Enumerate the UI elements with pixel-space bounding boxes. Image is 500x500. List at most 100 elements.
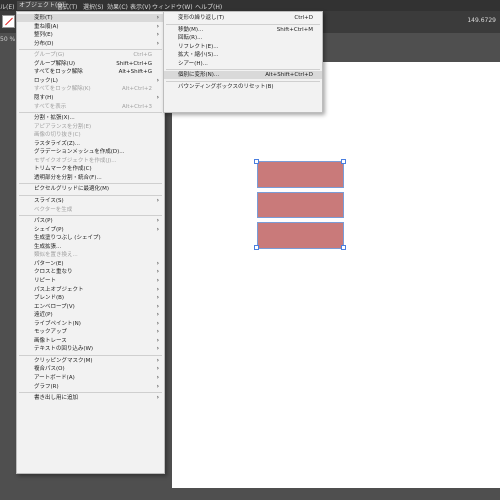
submenu-arrow-icon: › (156, 276, 159, 284)
submenu-arrow-icon: › (156, 394, 159, 402)
menu-item[interactable]: 生成拡張... (17, 243, 164, 251)
menu-item[interactable]: 生成塗りつぶし (シェイプ) (17, 234, 164, 242)
menubar-item[interactable]: 表示(V) (130, 2, 151, 11)
menu-item[interactable]: スライス(S) › (17, 197, 164, 205)
menu-item[interactable]: パス上オブジェクト › (17, 286, 164, 294)
menu-item[interactable]: シェイプ(P) › (17, 226, 164, 234)
menu-item-label: 隠す(H) (34, 94, 54, 101)
menu-item[interactable]: ラスタライズ(Z)... (17, 140, 164, 148)
menu-item-label: 複合パス(O) (34, 366, 65, 373)
menu-item-label: 分割・拡張(X)... (34, 115, 75, 122)
menu-item[interactable]: ベクターを生成 (17, 206, 164, 214)
menu-item[interactable]: バウンディングボックスのリセット(B) (164, 83, 322, 91)
submenu-arrow-icon: › (156, 39, 159, 47)
menu-item[interactable]: グループ(G) Ctrl+G (17, 51, 164, 59)
menu-item[interactable]: テキストの回り込み(W) › (17, 345, 164, 353)
submenu-arrow-icon: › (156, 22, 159, 30)
menu-item[interactable]: 個別に変形(N)... Alt+Shift+Ctrl+D (164, 71, 322, 80)
menu-item-label: 画像の切り抜き(C) (34, 132, 81, 139)
menu-item[interactable]: グラフ(R) › (17, 383, 164, 391)
menu-item[interactable]: 書き出し用に追加 › (17, 394, 164, 402)
menu-item[interactable]: 整列(E) › (17, 31, 164, 39)
menu-separator (19, 195, 162, 196)
menu-item[interactable]: 変形(T) › (17, 14, 164, 22)
menu-item[interactable]: リピート › (17, 277, 164, 285)
menu-item[interactable]: モザイクオブジェクトを作成(J)... (17, 157, 164, 165)
menu-item[interactable]: 移動(M)... Shift+Ctrl+M (164, 26, 322, 34)
menubar-item[interactable]: 選択(S) (83, 2, 104, 11)
menu-item[interactable]: 変形の繰り返し(T) Ctrl+D (164, 14, 322, 22)
submenu-arrow-icon: › (156, 302, 159, 310)
menu-item[interactable]: グラデーションメッシュを作成(D)... (17, 148, 164, 156)
rectangle-2[interactable] (257, 192, 344, 218)
submenu-arrow-icon: › (156, 31, 159, 39)
menu-item[interactable]: 拡大・縮小(S)... (164, 51, 322, 59)
menu-item[interactable]: 類似を置き換え... (17, 251, 164, 259)
anchor-point[interactable] (341, 245, 346, 250)
menu-item[interactable]: ライブペイント(N) › (17, 320, 164, 328)
coordinate-readout[interactable]: 149.6729 (467, 17, 496, 24)
menu-item[interactable]: 分布(D) › (17, 40, 164, 48)
submenu-arrow-icon: › (156, 294, 159, 302)
anchor-point[interactable] (341, 159, 346, 164)
menu-item-label: 生成塗りつぶし (シェイプ) (34, 235, 101, 242)
document-tab[interactable]: 50 % (0, 36, 15, 43)
menu-item[interactable]: パス(P) › (17, 217, 164, 225)
submenu-arrow-icon: › (156, 328, 159, 336)
menu-item[interactable]: グループ解除(U) Shift+Ctrl+G (17, 60, 164, 68)
menu-item-label: 変形の繰り返し(T) (178, 15, 225, 21)
menu-item[interactable]: 画像トレース › (17, 337, 164, 345)
rectangle-3[interactable] (257, 222, 344, 249)
menu-item[interactable]: 隠す(H) › (17, 94, 164, 102)
menu-item[interactable]: 分割・拡張(X)... (17, 114, 164, 122)
menu-item-label: 拡大・縮小(S)... (178, 52, 219, 59)
menubar-item[interactable]: ウィンドウ(W) (152, 2, 193, 11)
menu-item[interactable]: クロスと重なり › (17, 268, 164, 276)
menu-separator (19, 392, 162, 394)
menu-item[interactable]: エンベロープ(V) › (17, 303, 164, 311)
menu-item[interactable]: モックアップ › (17, 328, 164, 336)
menu-item[interactable]: 回転(R)... (164, 34, 322, 42)
artboard[interactable] (172, 62, 500, 488)
menu-item-label: アートボード(A) (34, 375, 75, 381)
menu-item-label: 類似を置き換え... (34, 252, 78, 259)
menu-item-label: グラフ(R) (34, 383, 59, 390)
menubar-item[interactable]: ル(E) (0, 2, 14, 11)
menu-item-label: ラスタライズ(Z)... (34, 140, 81, 147)
menu-item-shortcut: Shift+Ctrl+M (276, 26, 313, 33)
menubar-item[interactable]: ヘルプ(H) (195, 2, 222, 11)
menu-item[interactable]: 複合パス(O) › (17, 365, 164, 373)
submenu-arrow-icon: › (156, 365, 159, 373)
menu-item[interactable]: パターン(E) › (17, 260, 164, 268)
menu-item-label: 分布(D) (34, 40, 54, 47)
menu-item-label: グループ(G) (34, 52, 65, 59)
rectangle-1[interactable] (257, 161, 344, 188)
menu-item-label: クロスと重なり (34, 269, 73, 276)
menu-item[interactable]: 画像の切り抜き(C) (17, 131, 164, 139)
menu-item[interactable]: アピアランスを分割(E) (17, 123, 164, 131)
menu-item[interactable]: シアー(H)... (164, 60, 322, 68)
menubar-item[interactable]: 書式(T) (57, 2, 77, 11)
menu-item[interactable]: すべてをロック解除 Alt+Shift+G (17, 68, 164, 76)
menu-item[interactable]: 遠近(P) › (17, 311, 164, 319)
fill-none-icon[interactable] (2, 15, 15, 28)
menu-item[interactable]: 透明部分を分割・統合(F)... (17, 174, 164, 182)
menu-item-label: モザイクオブジェクトを作成(J)... (34, 157, 117, 164)
menu-item[interactable]: 重ね順(A) › (17, 23, 164, 31)
anchor-point[interactable] (254, 245, 259, 250)
menu-item[interactable]: クリッピングマスク(M) › (17, 357, 164, 365)
menu-item-label: 移動(M)... (178, 26, 204, 33)
menu-item[interactable]: リフレクト(E)... (164, 43, 322, 51)
menu-item[interactable]: すべてをロック解除(K) Alt+Ctrl+2 (17, 85, 164, 93)
menu-item[interactable]: ロック(L) › (17, 77, 164, 85)
menu-item[interactable]: ブレンド(B) › (17, 294, 164, 302)
menu-item[interactable]: トリムマークを作成(C) (17, 165, 164, 173)
menu-item[interactable]: アートボード(A) › (17, 374, 164, 382)
menu-item-label: テキストの回り込み(W) (34, 346, 94, 353)
menu-item[interactable]: ピクセルグリッドに最適化(M) (17, 185, 164, 193)
menubar-item[interactable]: 効果(C) (107, 2, 128, 11)
submenu-arrow-icon: › (156, 197, 159, 204)
anchor-point[interactable] (254, 159, 259, 164)
menu-separator (166, 80, 320, 82)
menu-item[interactable]: すべてを表示 Alt+Ctrl+3 (17, 103, 164, 111)
